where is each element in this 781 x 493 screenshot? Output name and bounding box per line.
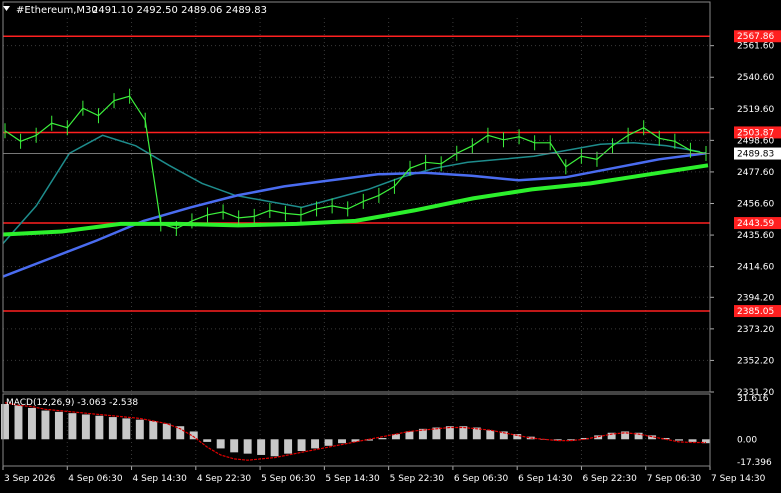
macd-histogram-bar xyxy=(688,439,697,442)
time-tick-label: 5 Sep 06:30 xyxy=(261,474,316,484)
time-tick-label: 6 Sep 14:30 xyxy=(518,474,573,484)
time-tick-label: 5 Sep 22:30 xyxy=(390,474,445,484)
macd-label: MACD(12,26,9) -3.063 -2.538 xyxy=(6,398,138,408)
level-label: 2385.05 xyxy=(737,307,774,317)
price-tick-label: 2414.60 xyxy=(737,263,774,273)
price-tick-label: 2561.60 xyxy=(737,42,774,52)
macd-histogram-bar xyxy=(203,439,212,442)
macd-histogram-bar xyxy=(486,430,495,440)
macd-histogram-bar xyxy=(81,414,90,440)
time-tick-label: 6 Sep 22:30 xyxy=(582,474,637,484)
level-label: 2443.59 xyxy=(737,219,774,229)
macd-histogram-bar xyxy=(243,439,252,454)
macd-histogram-bar xyxy=(338,439,346,444)
macd-histogram-bar xyxy=(297,439,306,452)
macd-histogram-bar xyxy=(378,437,387,440)
symbol-label: #Ethereum,M30 xyxy=(16,5,98,16)
time-tick-label: 4 Sep 14:30 xyxy=(133,474,188,484)
time-tick-label: 4 Sep 22:30 xyxy=(197,474,252,484)
macd-histogram-bar xyxy=(14,405,23,440)
price-tick-label: 2352.20 xyxy=(737,356,774,366)
macd-histogram-bar xyxy=(216,439,225,449)
macd-histogram-bar xyxy=(108,417,117,440)
price-tick-label: 2519.60 xyxy=(737,105,774,115)
time-tick-label: 6 Sep 06:30 xyxy=(454,474,509,484)
time-tick-label: 4 Sep 06:30 xyxy=(68,474,123,484)
macd-histogram-bar xyxy=(257,439,266,455)
macd-histogram-bar xyxy=(405,431,414,440)
macd-histogram-bar xyxy=(162,423,171,440)
ohlc-readout: 2491.10 2492.50 2489.06 2489.83 xyxy=(92,5,267,16)
price-tick-label: 2477.60 xyxy=(737,168,774,178)
macd-histogram-bar xyxy=(68,413,77,440)
price-tick-label: 2456.60 xyxy=(737,199,774,209)
macd-histogram-bar xyxy=(324,439,333,446)
macd-histogram-bar xyxy=(311,439,320,449)
price-tick-label: 2394.20 xyxy=(737,293,774,303)
chart-window[interactable]: 2567.86 2503.87 2443.59 2385.05 MACD(12,26,… xyxy=(0,0,781,489)
macd-histogram-bar xyxy=(54,411,63,440)
macd-axis-label: 0.00 xyxy=(737,435,757,445)
price-tick-label: 2498.60 xyxy=(737,136,774,146)
macd-axis-label: 31.616 xyxy=(737,394,769,404)
macd-histogram-bar xyxy=(27,407,36,440)
macd-histogram-bar xyxy=(149,421,158,440)
time-tick-label: 7 Sep 14:30 xyxy=(711,474,766,484)
price-tick-label: 2373.20 xyxy=(737,325,774,335)
macd-histogram-bar xyxy=(230,439,239,453)
macd-histogram-bar xyxy=(135,419,144,440)
macd-histogram-bar xyxy=(122,418,131,440)
time-tick-label: 7 Sep 06:30 xyxy=(647,474,702,484)
time-tick-label: 3 Sep 2026 xyxy=(4,474,56,484)
current-price-label: 2489.83 xyxy=(737,150,774,160)
macd-histogram-bar xyxy=(270,439,279,457)
macd-histogram-bar xyxy=(1,404,9,440)
macd-histogram-bar xyxy=(675,439,684,441)
price-tick-label: 2435.60 xyxy=(737,231,774,241)
price-chart[interactable]: 2567.862503.872443.592385.05 MACD(12,26,… xyxy=(0,0,781,489)
macd-histogram-bar xyxy=(41,410,50,440)
macd-axis-label: -17.396 xyxy=(737,458,772,468)
macd-histogram-bar xyxy=(284,439,293,454)
macd-histogram-bar xyxy=(445,426,454,440)
price-tick-label: 2540.60 xyxy=(737,73,774,83)
time-tick-label: 5 Sep 14:30 xyxy=(325,474,380,484)
macd-histogram-bar xyxy=(95,415,104,440)
